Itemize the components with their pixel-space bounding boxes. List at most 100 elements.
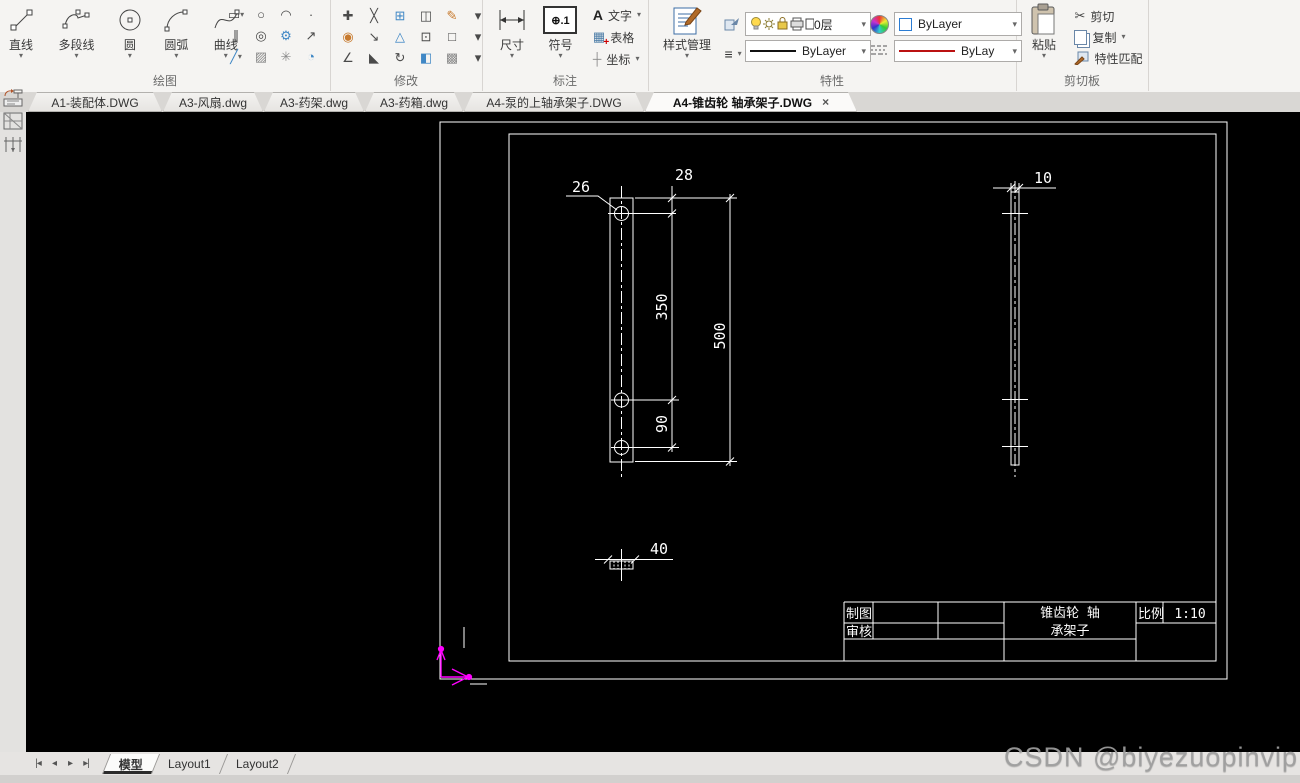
polyline-tool-label: 多段线 [58, 38, 94, 52]
next-tab-button[interactable]: ▸ [62, 758, 78, 769]
dim-90: 90 [653, 415, 671, 433]
tab-layout1[interactable]: Layout1 [152, 754, 228, 774]
first-tab-button[interactable]: |◂ [30, 758, 46, 769]
lineweight-icon: ≡ [724, 46, 732, 62]
line-tool-button[interactable]: 直线 ▾ [0, 2, 42, 70]
match-properties-button[interactable]: 特性匹配 [1074, 48, 1142, 68]
dimension-tool-label: 尺寸 [500, 38, 524, 52]
style-manager-label: 样式管理 [663, 38, 711, 52]
mirror-tool[interactable]: △ [388, 26, 412, 47]
plus-badge-icon: + [603, 37, 609, 48]
doc-tab-4[interactable]: A4-泵的上轴承架子.DWG [464, 92, 644, 112]
flange-tool[interactable]: ⚙ [274, 25, 298, 46]
array-tool[interactable]: ⊞ [388, 5, 412, 26]
tab-layout2-label: Layout2 [236, 757, 279, 771]
fillet-tool[interactable]: ∠ [336, 47, 360, 68]
construction-line-tool[interactable]: ╱▾ [224, 46, 248, 67]
region-tool[interactable]: ◎ [249, 25, 273, 46]
color-value: ByLayer [918, 17, 962, 31]
coordinate-icon: ┼ [593, 52, 602, 66]
color-dropdown[interactable]: ByLayer ▾ [894, 12, 1022, 36]
point-tool[interactable]: · [299, 4, 323, 25]
trim-tool[interactable]: ╳ [362, 5, 386, 26]
model-space-canvas[interactable]: 制图 审核 锥齿轮 轴 承架子 比例 1:10 [26, 112, 1300, 752]
arc-tool-button[interactable]: 圆弧 ▾ [153, 2, 199, 70]
prev-tab-button[interactable]: ◂ [46, 758, 62, 769]
pie-tool[interactable]: ◔ [299, 46, 323, 67]
symbol-tool-label: 符号 [548, 38, 572, 52]
erase-tool[interactable]: ✎ [440, 5, 464, 26]
text-tool-button[interactable]: A 文字 ▾ [593, 5, 641, 25]
table-icon: ▦+ [593, 29, 605, 45]
layer-color-swatch [806, 19, 814, 29]
doc-tab-2[interactable]: A3-药架.dwg [264, 92, 364, 112]
cut-button[interactable]: ✂ 剪切 [1074, 6, 1142, 26]
polyline-arc-tool[interactable]: ◠ [274, 4, 298, 25]
doc-tab-3-label: A3-药箱.dwg [365, 92, 463, 112]
layer-name: 0层 [814, 16, 833, 33]
close-icon[interactable]: × [822, 95, 829, 109]
line-icon [7, 2, 35, 38]
dimension-icon [496, 2, 528, 38]
tab-layout2[interactable]: Layout2 [220, 754, 296, 774]
dim-500: 500 [711, 322, 729, 349]
polyline-tool-button[interactable]: 多段线 ▾ [46, 2, 106, 70]
linetype-icon[interactable] [870, 44, 888, 57]
paste-icon [1029, 2, 1059, 38]
bulb-icon [752, 18, 761, 30]
chamfer-tool[interactable]: ◣ [362, 47, 386, 68]
symbol-tool-button[interactable]: ⊕.1 符号 ▾ [538, 2, 582, 70]
doc-tab-0[interactable]: A1-装配体.DWG [28, 92, 162, 112]
tab-model-label: 模型 [119, 755, 143, 772]
chevron-down-icon: ▾ [510, 52, 514, 60]
color-wheel-icon[interactable] [870, 15, 889, 34]
scale-label: 比例 [1138, 607, 1164, 622]
panel-label-annotate: 标注 [482, 72, 648, 89]
tab-model[interactable]: 模型 [102, 754, 160, 774]
linetype-dropdown[interactable]: ByLay ▾ [894, 40, 1022, 62]
doc-tab-3[interactable]: A3-药箱.dwg [365, 92, 463, 112]
circle-tool-button[interactable]: 圆 ▾ [111, 2, 149, 70]
dimension-tool-button[interactable]: 尺寸 ▾ [490, 2, 534, 70]
panel-properties: 样式管理 ▾ ▾ ≡ ▾ [648, 0, 1017, 91]
table-tool-button[interactable]: ▦+ 表格 [593, 27, 641, 47]
lineweight-sample [750, 50, 796, 52]
style-manager-button[interactable]: 样式管理 ▾ [656, 2, 718, 70]
doc-tab-1[interactable]: A3-风扇.dwg [163, 92, 263, 112]
hatch-tool[interactable]: ▨ [249, 46, 273, 67]
text-icon: A [593, 7, 603, 23]
rectangle-tool[interactable]: ▭▾ [224, 4, 248, 25]
extend-tool[interactable]: ↘ [362, 26, 386, 47]
side-tool-icon-2[interactable] [2, 111, 24, 131]
copy-button[interactable]: 复制 ▾ [1074, 27, 1142, 47]
pointer-tool[interactable]: ↗ [299, 25, 323, 46]
circle-icon [116, 2, 144, 38]
layer-dropdown[interactable]: 0层 ▾ [745, 12, 871, 36]
side-tool-icon-3[interactable] [2, 134, 24, 154]
chevron-down-icon: ▾ [74, 52, 78, 60]
copy-tool[interactable]: ◉ [336, 26, 360, 47]
scale-tool[interactable]: ⊡ [414, 26, 438, 47]
doc-tab-5-active[interactable]: A4-锥齿轮 轴承架子.DWG× [645, 92, 857, 112]
lineweight-dropdown[interactable]: ByLayer ▾ [745, 40, 871, 62]
move-tool[interactable]: ✚ [336, 5, 360, 26]
drawing-viewport: 制图 审核 锥齿轮 轴 承架子 比例 1:10 [26, 112, 1300, 752]
chevron-down-icon: ▾ [637, 11, 641, 19]
arc-tool-label: 圆弧 [164, 38, 188, 52]
stretch-tool[interactable]: ◫ [414, 5, 438, 26]
last-tab-button[interactable]: ▸| [78, 758, 94, 769]
paste-button[interactable]: 粘贴 ▾ [1022, 2, 1066, 70]
solid-edit-tool[interactable]: ◧ [414, 47, 438, 68]
rotate-tool[interactable]: ↻ [388, 47, 412, 68]
boundary-tool[interactable]: ✳ [274, 46, 298, 67]
parallel-lines-tool[interactable]: ∥ [224, 25, 248, 46]
sun-icon [763, 18, 775, 30]
offset-tool[interactable]: □ [440, 26, 464, 47]
table-tool-label: 表格 [610, 29, 634, 46]
ellipse-tool[interactable]: ○ [249, 4, 273, 25]
coordinate-tool-button[interactable]: ┼ 坐标 ▾ [593, 49, 641, 69]
linetype-value: ByLay [961, 44, 994, 58]
side-tool-icon-1[interactable] [2, 88, 24, 108]
explode-tool[interactable]: ▩ [440, 47, 464, 68]
panel-modify: ✚ ╳ ⊞ ◫ ✎ ▾ ◉ ↘ △ ⊡ □ ▾ ∠ ◣ ↻ ◧ ▩ [330, 0, 483, 91]
